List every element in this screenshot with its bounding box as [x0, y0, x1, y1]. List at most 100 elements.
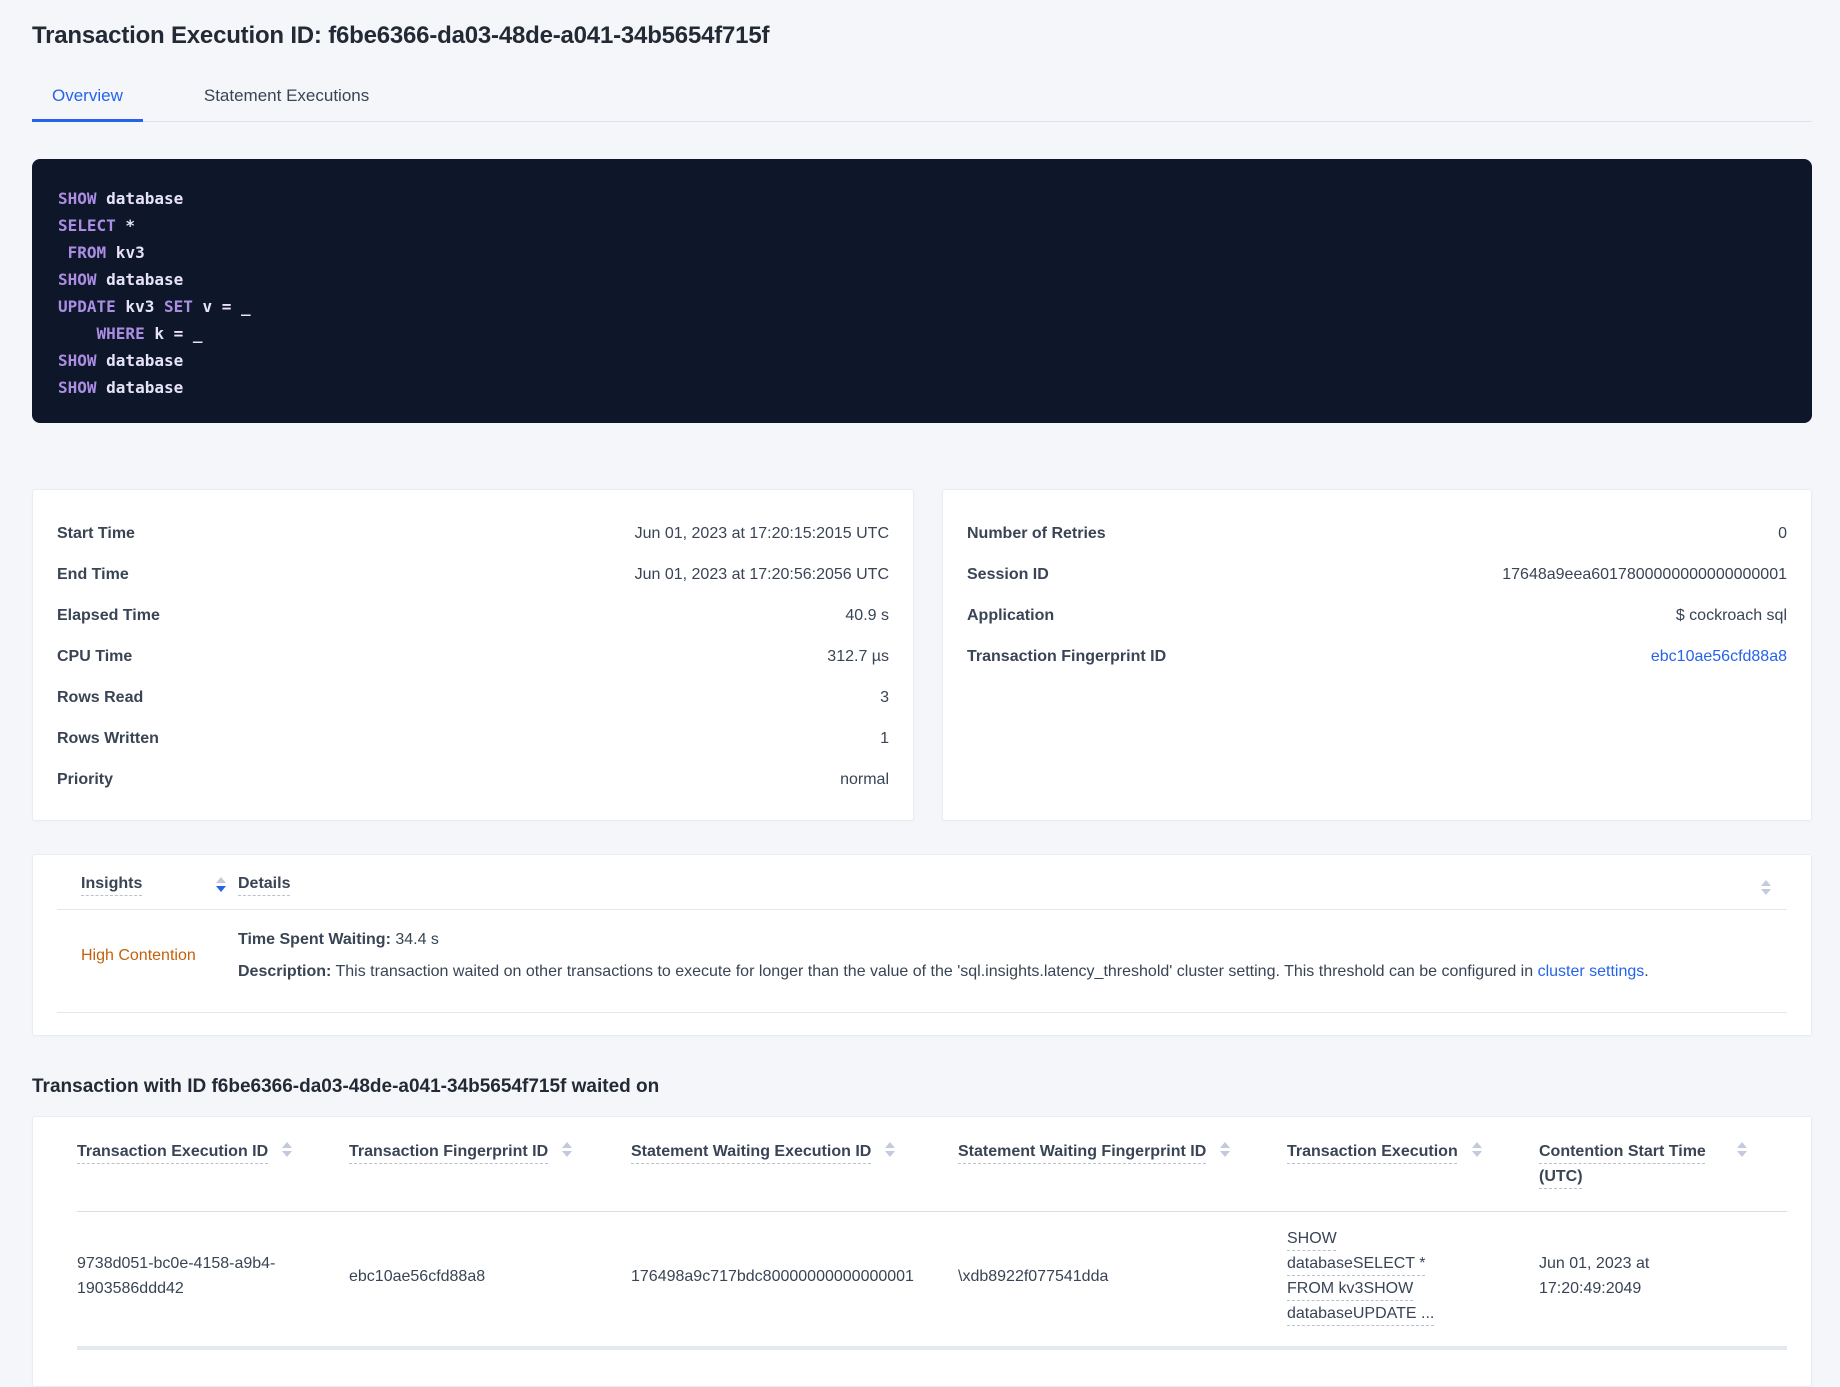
- stat-value: Jun 01, 2023 at 17:20:56:2056 UTC: [634, 565, 889, 583]
- sort-down-icon: [216, 885, 226, 892]
- cell-transaction-fingerprint-id: ebc10ae56cfd88a8: [349, 1267, 486, 1285]
- stat-row-priority: Priority normal: [57, 759, 889, 800]
- stat-value: $ cockroach sql: [1675, 606, 1787, 624]
- stat-label: Elapsed Time: [57, 606, 160, 624]
- cell-transaction-execution-id: 9738d051-bc0e-4158-a9b4-1903586ddd42: [77, 1255, 276, 1297]
- stat-value: 0: [1778, 524, 1787, 542]
- column-label[interactable]: Transaction Fingerprint ID: [349, 1139, 548, 1164]
- insights-column-header[interactable]: Insights: [81, 875, 238, 893]
- stat-value: Jun 01, 2023 at 17:20:15:2015 UTC: [634, 524, 889, 542]
- column-header-transaction-fingerprint-id[interactable]: Transaction Fingerprint ID: [349, 1139, 631, 1189]
- stat-row-end-time: End Time Jun 01, 2023 at 17:20:56:2056 U…: [57, 554, 889, 595]
- page-title: Transaction Execution ID: f6be6366-da03-…: [32, 22, 770, 49]
- cell-contention-start-time: Jun 01, 2023 at 17:20:49:2049: [1539, 1255, 1650, 1297]
- stat-row-session-id: Session ID 17648a9eea6017800000000000000…: [967, 554, 1787, 595]
- stat-row-cpu-time: CPU Time 312.7 µs: [57, 636, 889, 677]
- sort-down-icon: [1761, 889, 1771, 895]
- tab-bar: Overview Statement Executions: [32, 76, 1812, 122]
- sort-arrows-icon[interactable]: [216, 876, 226, 892]
- insights-column-label[interactable]: Insights: [81, 875, 142, 893]
- cluster-settings-link[interactable]: cluster settings: [1538, 963, 1645, 980]
- time-spent-waiting-line: Time Spent Waiting: 34.4 s: [238, 928, 1761, 952]
- sort-arrows-icon[interactable]: [282, 1142, 293, 1157]
- tab-statement-executions[interactable]: Statement Executions: [184, 76, 389, 122]
- waited-on-table: Transaction Execution ID Transaction Fin…: [32, 1116, 1812, 1387]
- column-label[interactable]: Statement Waiting Execution ID: [631, 1139, 871, 1164]
- cell-statement-waiting-execution-id: 176498a9c717bdc80000000000000001: [631, 1267, 914, 1285]
- stat-row-rows-read: Rows Read 3: [57, 677, 889, 718]
- stat-row-elapsed-time: Elapsed Time 40.9 s: [57, 595, 889, 636]
- stat-label: Rows Read: [57, 688, 144, 706]
- sort-arrows-icon[interactable]: [1220, 1142, 1231, 1157]
- stat-row-transaction-fingerprint-id: Transaction Fingerprint ID ebc10ae56cfd8…: [967, 636, 1787, 677]
- stat-value: 3: [880, 688, 889, 706]
- waited-on-table-row: 9738d051-bc0e-4158-a9b4-1903586ddd42 ebc…: [77, 1212, 1787, 1346]
- insight-row-high-contention: High Contention Time Spent Waiting: 34.4…: [57, 910, 1787, 1013]
- sort-down-icon: [885, 1151, 896, 1157]
- sort-down-icon: [282, 1151, 293, 1157]
- sort-up-icon: [1471, 1142, 1482, 1148]
- column-header-contention-start-time[interactable]: Contention Start Time (UTC): [1539, 1139, 1787, 1189]
- sort-up-icon: [562, 1142, 573, 1148]
- waited-on-section-title: Transaction with ID f6be6366-da03-48de-a…: [32, 1076, 660, 1097]
- transaction-execution-link[interactable]: SHOW databaseSELECT * FROM kv3SHOW datab…: [1287, 1230, 1434, 1322]
- sort-up-icon: [1220, 1142, 1231, 1148]
- stat-label: Transaction Fingerprint ID: [967, 647, 1167, 665]
- stat-label: Number of Retries: [967, 524, 1106, 542]
- insights-table: Insights Details High Contention Time Sp…: [32, 854, 1812, 1036]
- transaction-details-page: Transaction Execution ID: f6be6366-da03-…: [0, 0, 1840, 1387]
- column-header-transaction-execution-id[interactable]: Transaction Execution ID: [77, 1139, 349, 1189]
- stat-row-start-time: Start Time Jun 01, 2023 at 17:20:15:2015…: [57, 513, 889, 554]
- description-line: Description: This transaction waited on …: [238, 960, 1761, 984]
- insight-type-badge: High Contention: [81, 947, 196, 964]
- sort-up-icon: [282, 1142, 293, 1148]
- stat-label: End Time: [57, 565, 129, 583]
- stat-value: 40.9 s: [845, 606, 889, 624]
- cell-statement-waiting-fingerprint-id: \xdb8922f077541dda: [958, 1267, 1109, 1285]
- time-spent-waiting-value: 34.4 s: [390, 931, 439, 948]
- description-label: Description:: [238, 963, 332, 980]
- stat-value: normal: [840, 770, 889, 788]
- tab-overview[interactable]: Overview: [32, 76, 143, 122]
- cell-transaction-execution: SHOW databaseSELECT * FROM kv3SHOW datab…: [1287, 1226, 1539, 1326]
- description-text: This transaction waited on other transac…: [331, 963, 1538, 980]
- overview-cards-row: Start Time Jun 01, 2023 at 17:20:15:2015…: [32, 489, 1812, 821]
- sort-arrows-icon[interactable]: [885, 1142, 896, 1157]
- stat-row-number-of-retries: Number of Retries 0: [967, 513, 1787, 554]
- column-header-transaction-execution[interactable]: Transaction Execution: [1287, 1139, 1539, 1189]
- sql-statements-box: SHOW database SELECT * FROM kv3 SHOW datab…: [32, 159, 1812, 423]
- stat-value: 17648a9eea6017800000000000000001: [1502, 565, 1787, 583]
- sort-arrows-icon[interactable]: [1761, 880, 1771, 895]
- stat-label: Rows Written: [57, 729, 159, 747]
- sort-up-icon: [216, 876, 226, 883]
- transaction-fingerprint-id-link[interactable]: ebc10ae56cfd88a8: [1651, 648, 1787, 666]
- sort-down-icon: [562, 1151, 573, 1157]
- sort-down-icon: [1737, 1151, 1747, 1157]
- details-column-header[interactable]: Details: [238, 875, 1761, 893]
- column-label[interactable]: Statement Waiting Fingerprint ID: [958, 1139, 1206, 1164]
- column-label[interactable]: Contention Start Time (UTC): [1539, 1139, 1723, 1189]
- details-column-label[interactable]: Details: [238, 875, 290, 892]
- stat-label: Priority: [57, 770, 114, 788]
- column-header-statement-waiting-fingerprint-id[interactable]: Statement Waiting Fingerprint ID: [958, 1139, 1287, 1189]
- column-header-statement-waiting-execution-id[interactable]: Statement Waiting Execution ID: [631, 1139, 958, 1189]
- execution-stats-card: Start Time Jun 01, 2023 at 17:20:15:2015…: [32, 489, 914, 821]
- sort-arrows-icon[interactable]: [1737, 1142, 1747, 1157]
- stat-label: Start Time: [57, 524, 135, 542]
- stat-value: 1: [880, 729, 889, 747]
- stat-value: 312.7 µs: [827, 647, 889, 665]
- sort-up-icon: [885, 1142, 896, 1148]
- header-right-sort[interactable]: [1761, 873, 1787, 895]
- sort-up-icon: [1737, 1142, 1747, 1148]
- stat-row-rows-written: Rows Written 1: [57, 718, 889, 759]
- insight-details: Time Spent Waiting: 34.4 s Description: …: [238, 928, 1761, 984]
- stat-row-application: Application $ cockroach sql: [967, 595, 1787, 636]
- sort-arrows-icon[interactable]: [562, 1142, 573, 1157]
- column-label[interactable]: Transaction Execution ID: [77, 1139, 268, 1164]
- sort-up-icon: [1761, 880, 1771, 886]
- sort-arrows-icon[interactable]: [1471, 1142, 1482, 1157]
- column-label[interactable]: Transaction Execution: [1287, 1139, 1458, 1164]
- sort-down-icon: [1471, 1151, 1482, 1157]
- stat-label: CPU Time: [57, 647, 133, 665]
- session-stats-card: Number of Retries 0 Session ID 17648a9ee…: [942, 489, 1812, 821]
